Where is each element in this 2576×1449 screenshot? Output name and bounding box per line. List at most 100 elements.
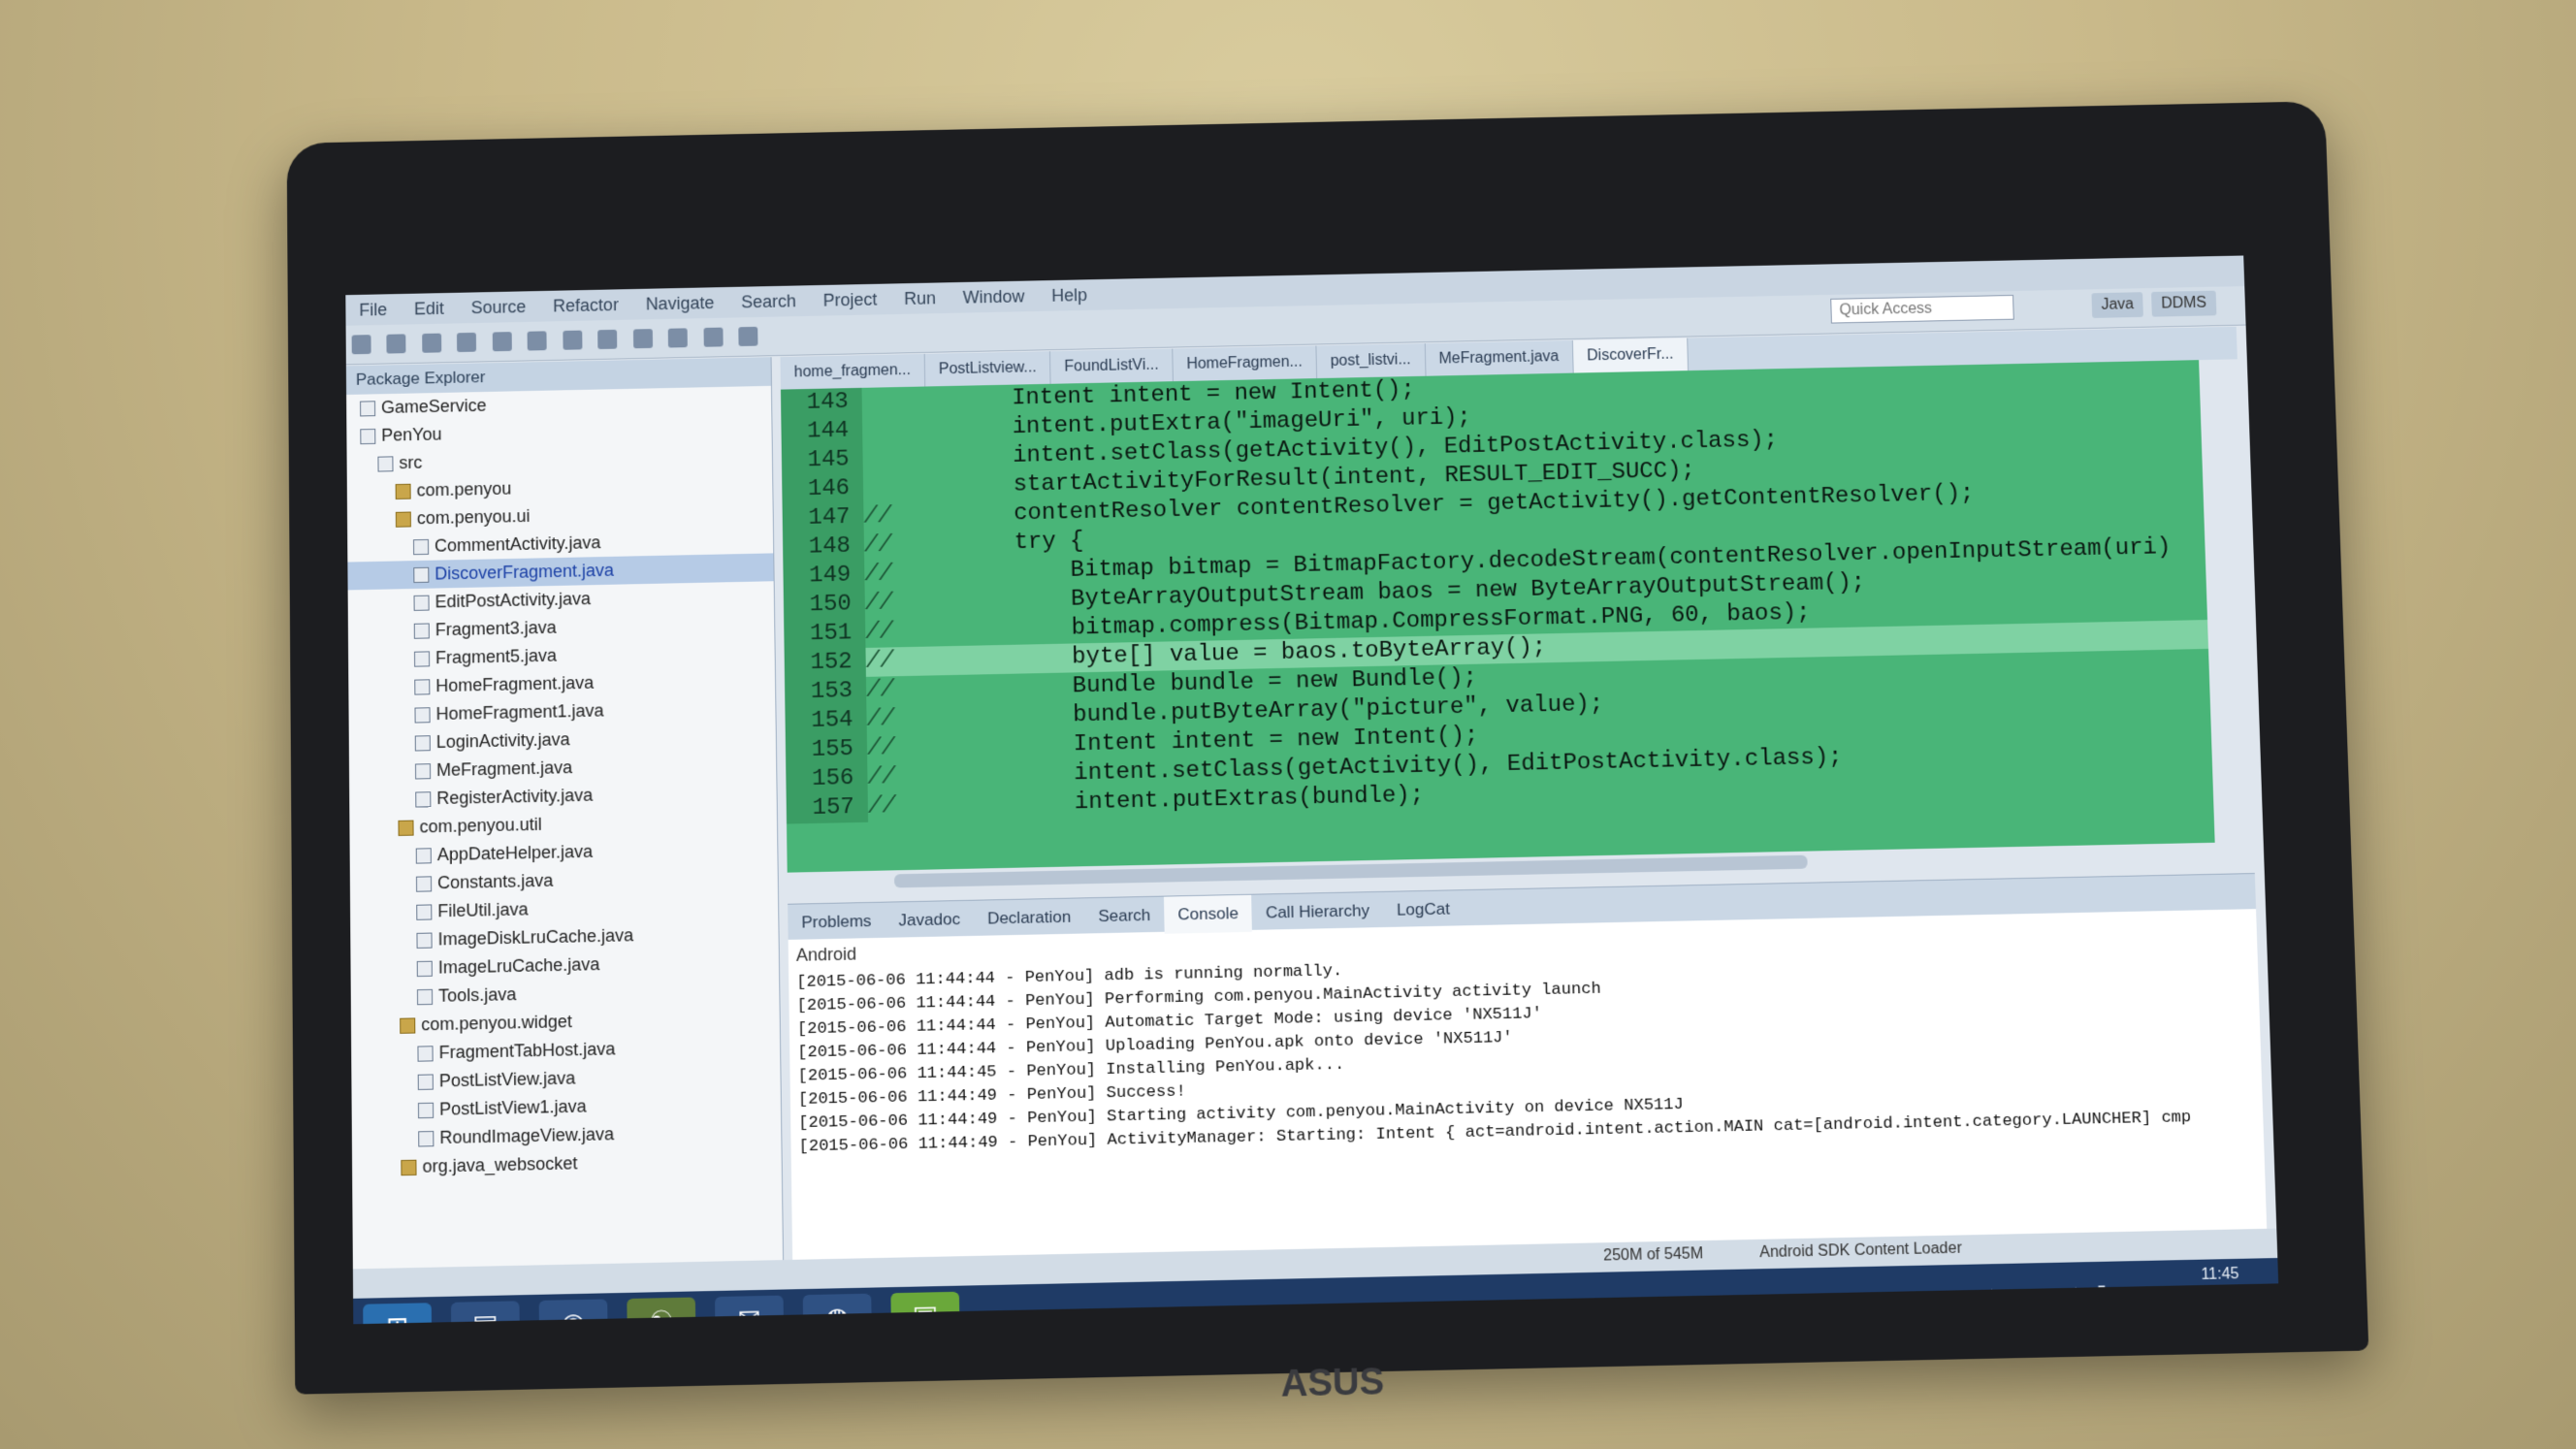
- java-file-icon: [413, 623, 430, 640]
- bottom-tab-problems[interactable]: Problems: [788, 903, 886, 942]
- package-icon: [398, 820, 414, 837]
- folder-icon: [360, 429, 376, 445]
- menu-item-refactor[interactable]: Refactor: [539, 289, 632, 323]
- editor-tab[interactable]: MeFragment.java: [1425, 339, 1574, 376]
- java-file-icon: [414, 763, 432, 780]
- print-icon[interactable]: [422, 333, 442, 353]
- comment-marker: //: [863, 531, 892, 560]
- tree-item-label: com.penyou: [416, 478, 512, 500]
- forward-icon[interactable]: [738, 326, 758, 347]
- line-number: 154: [785, 705, 867, 737]
- next-annotation-icon[interactable]: [667, 328, 688, 348]
- code-area[interactable]: 143 Intent intent = new Intent(); 144 int…: [780, 360, 2215, 873]
- package-explorer: Package Explorer GameService PenYou src com…: [345, 357, 785, 1270]
- refresh-icon[interactable]: [632, 329, 653, 349]
- java-file-icon: [417, 1074, 434, 1091]
- editor-tab[interactable]: home_fragmen...: [780, 353, 926, 390]
- folder-icon: [360, 401, 376, 417]
- tree-item-label: FragmentTabHost.java: [438, 1039, 616, 1063]
- editor-tab[interactable]: FoundListVi...: [1050, 348, 1174, 384]
- bottom-tab-logcat[interactable]: LogCat: [1383, 890, 1465, 929]
- chat-taskbar-icon[interactable]: ✉: [715, 1295, 785, 1325]
- editor-tab[interactable]: post_listvi...: [1316, 343, 1427, 379]
- new-icon[interactable]: [351, 335, 371, 355]
- tree-item-label: RoundImageView.java: [439, 1124, 615, 1148]
- menu-item-source[interactable]: Source: [458, 291, 540, 324]
- menu-item-project[interactable]: Project: [810, 284, 891, 317]
- bottom-tab-console[interactable]: Console: [1163, 894, 1253, 934]
- java-file-icon: [414, 707, 431, 724]
- debug-icon[interactable]: [457, 332, 477, 353]
- start-button[interactable]: ⊞: [363, 1303, 433, 1325]
- editor-tab[interactable]: HomeFragmen...: [1173, 345, 1318, 382]
- line-number: 156: [786, 763, 868, 795]
- java-file-icon: [416, 904, 433, 921]
- menu-item-search[interactable]: Search: [727, 285, 810, 318]
- perspective-ddms[interactable]: DDMS: [2150, 290, 2217, 317]
- system-tray[interactable]: ▲ ◐ ◑ ♪ ▮: [1982, 1281, 2112, 1304]
- perspective-switcher: Java DDMS: [2087, 290, 2217, 318]
- explorer-taskbar-icon[interactable]: ▤: [450, 1301, 520, 1325]
- android-taskbar-icon[interactable]: ▣: [890, 1291, 960, 1325]
- tree-item-label: Tools.java: [437, 984, 517, 1006]
- perspective-java[interactable]: Java: [2091, 292, 2144, 318]
- java-file-icon: [417, 1046, 434, 1062]
- clock[interactable]: 11:45 2015/6/6: [2178, 1265, 2240, 1305]
- menu-item-run[interactable]: Run: [890, 282, 950, 315]
- eclipse-taskbar-icon[interactable]: ☯: [627, 1297, 696, 1325]
- tree-item-label: AppDateHelper.java: [436, 841, 594, 865]
- java-file-icon: [418, 1131, 435, 1147]
- code-editor: home_fragmen... PostListview... FoundListV…: [780, 326, 2254, 898]
- tree-item-label: RegisterActivity.java: [436, 785, 594, 809]
- package-icon: [395, 483, 411, 500]
- tree-item-label: FileUtil.java: [437, 899, 529, 921]
- tree-item-label: src: [399, 452, 423, 473]
- tree-item-label: PostListView.java: [438, 1068, 576, 1091]
- bottom-tab-javadoc[interactable]: Javadoc: [885, 901, 974, 940]
- quick-access-input[interactable]: Quick Access: [1830, 294, 2014, 324]
- editor-tab[interactable]: DiscoverFr...: [1572, 338, 1689, 373]
- menu-item-navigate[interactable]: Navigate: [632, 287, 728, 321]
- java-file-icon: [413, 539, 430, 556]
- package-tree: GameService PenYou src com.penyou com.penyou…: [346, 386, 782, 1182]
- sdk-manager-icon[interactable]: [563, 330, 583, 350]
- line-number: 155: [785, 734, 868, 766]
- back-icon[interactable]: [703, 327, 724, 347]
- screen: File Edit Source Refactor Navigate Search Proj…: [345, 255, 2279, 1325]
- menu-item-window[interactable]: Window: [950, 280, 1039, 313]
- bottom-tab-search[interactable]: Search: [1084, 897, 1165, 936]
- bottom-tab-call-hierarchy[interactable]: Call Hierarchy: [1252, 892, 1384, 932]
- save-icon[interactable]: [386, 334, 406, 354]
- java-file-icon: [414, 651, 431, 667]
- package-icon: [401, 1159, 417, 1176]
- menu-item-edit[interactable]: Edit: [401, 293, 458, 326]
- menu-item-file[interactable]: File: [345, 294, 401, 327]
- brand-logo: ASUS: [1280, 1361, 1385, 1405]
- clock-time: 11:45: [2201, 1265, 2239, 1284]
- memory-indicator[interactable]: 250M of 545M: [1603, 1245, 1703, 1265]
- search-icon[interactable]: [527, 331, 547, 351]
- java-file-icon: [416, 989, 434, 1006]
- tree-item-label: GameService: [380, 395, 487, 417]
- clock-date: 2015/6/6: [2178, 1285, 2240, 1304]
- folder-icon: [377, 456, 394, 472]
- comment-marker: //: [866, 706, 895, 733]
- run-icon[interactable]: [492, 332, 512, 352]
- tree-item-label: PostListView1.java: [439, 1096, 587, 1119]
- sdk-loader-status: Android SDK Content Loader: [1759, 1240, 1963, 1262]
- comment-marker: //: [867, 793, 896, 821]
- java-file-icon: [416, 960, 433, 978]
- avd-manager-icon[interactable]: [597, 329, 618, 350]
- bottom-panel: Problems Javadoc Declaration Search Console C…: [788, 873, 2268, 1261]
- menu-item-help[interactable]: Help: [1038, 279, 1101, 312]
- line-number: 150: [783, 590, 866, 621]
- line-number: 146: [782, 474, 864, 505]
- line-number: 149: [783, 561, 865, 592]
- tree-item-label: org.java_websocket: [422, 1153, 578, 1176]
- editor-tab[interactable]: PostListview...: [924, 351, 1051, 387]
- browser-taskbar-icon[interactable]: ◉: [538, 1299, 608, 1325]
- chrome-taskbar-icon[interactable]: ◍: [802, 1293, 872, 1325]
- package-icon: [400, 1017, 416, 1035]
- bottom-tab-declaration[interactable]: Declaration: [974, 898, 1085, 938]
- code-text: try {: [902, 528, 1084, 559]
